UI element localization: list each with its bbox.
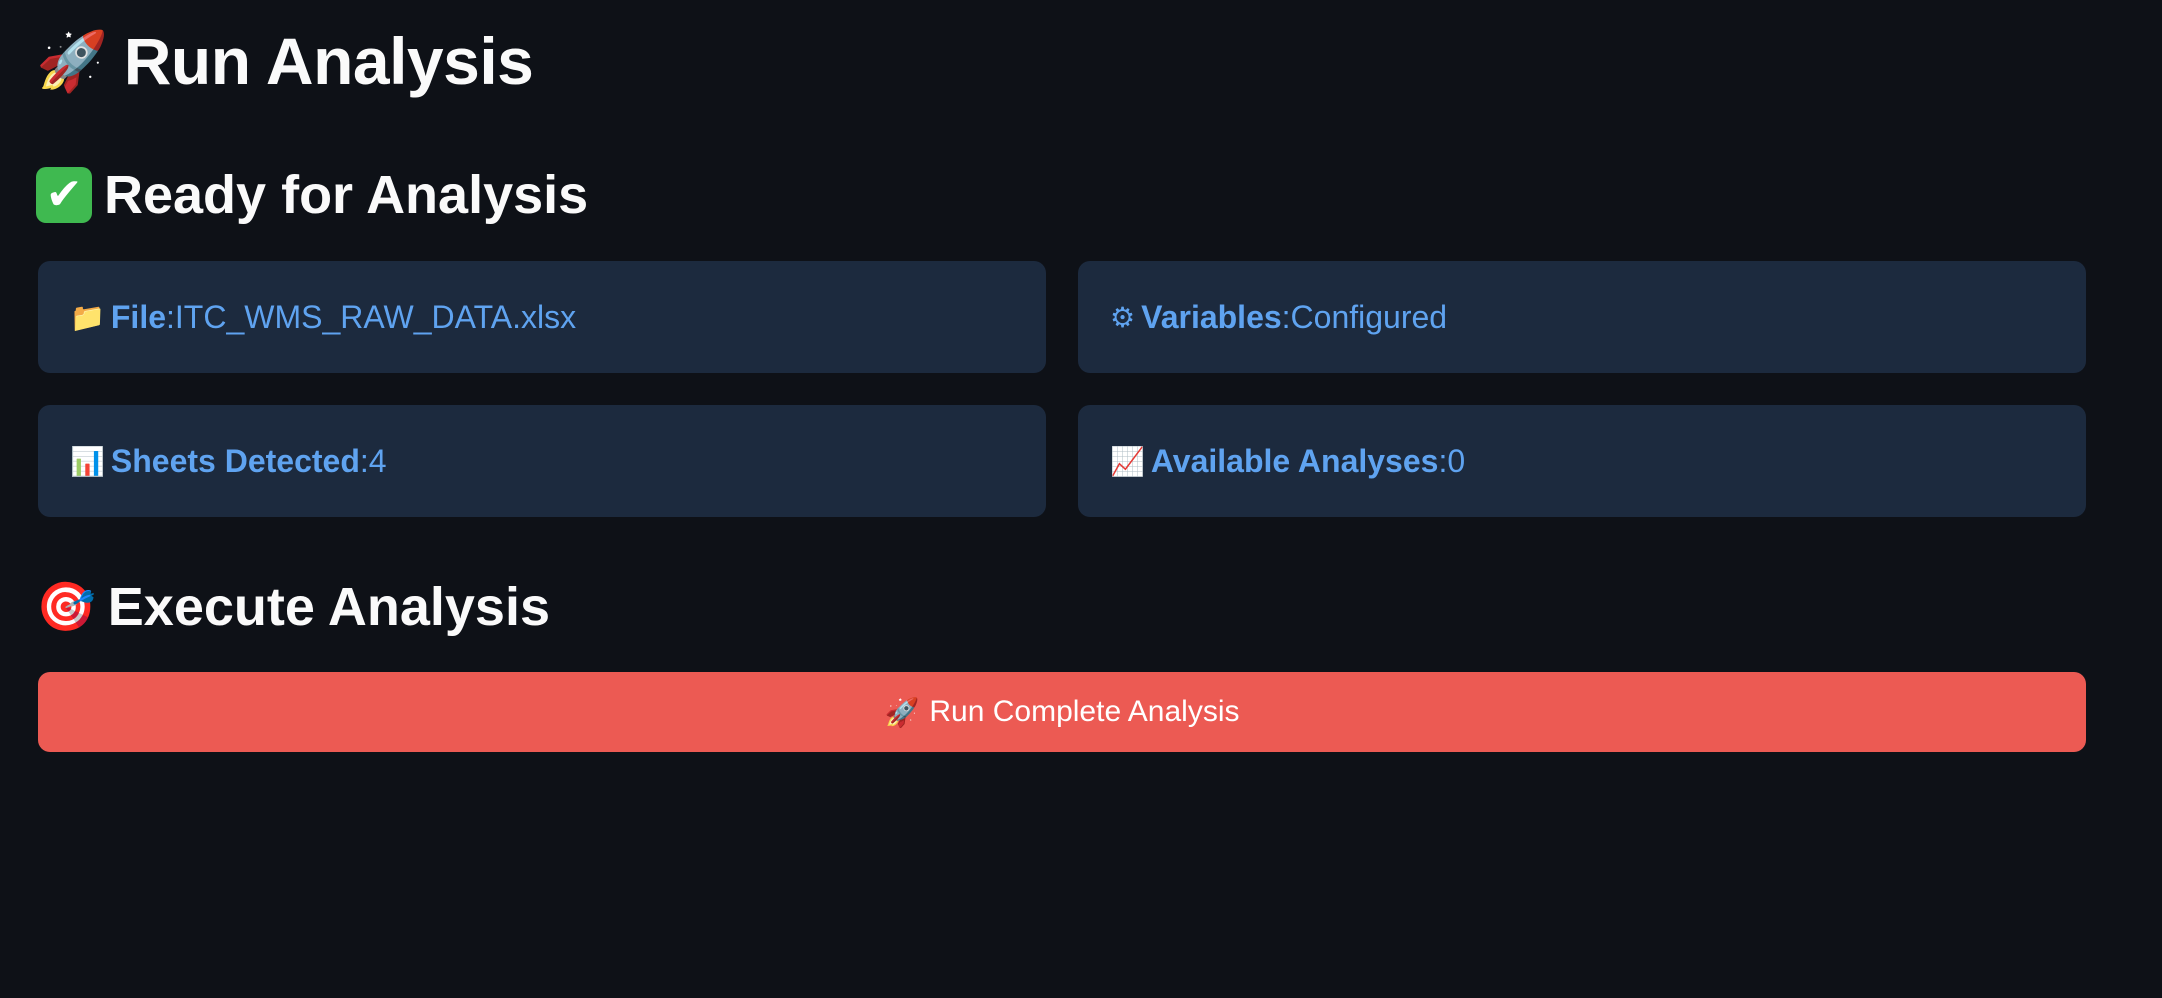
run-button-label: Run Complete Analysis bbox=[929, 695, 1240, 728]
check-mark-icon: ✔ bbox=[36, 167, 92, 223]
bar-chart-icon: 📊 bbox=[70, 444, 105, 478]
file-separator: : bbox=[166, 298, 175, 335]
run-complete-analysis-button[interactable]: 🚀 Run Complete Analysis bbox=[38, 672, 2086, 752]
ready-section-title: ✔ Ready for Analysis bbox=[36, 162, 588, 228]
variables-value: Configured bbox=[1290, 298, 1448, 335]
analyses-value: 0 bbox=[1447, 442, 1466, 479]
sheets-info-card: 📊 Sheets Detected: 4 bbox=[38, 405, 1046, 517]
file-info-card: 📁 File: ITC_WMS_RAW_DATA.xlsx bbox=[38, 261, 1046, 373]
folder-icon: 📁 bbox=[70, 300, 105, 334]
variables-info-card: ⚙ Variables: Configured bbox=[1078, 261, 2086, 373]
app-root: 🚀 Run Analysis ✔ Ready for Analysis 📁 Fi… bbox=[0, 0, 2162, 998]
analyses-separator: : bbox=[1438, 442, 1448, 479]
execute-section-title-text: Execute Analysis bbox=[107, 577, 550, 637]
sheets-separator: : bbox=[359, 442, 369, 479]
rocket-icon: 🚀 bbox=[884, 695, 920, 729]
file-label: File bbox=[110, 298, 166, 335]
gear-icon: ⚙ bbox=[1110, 300, 1136, 334]
trending-up-icon: 📈 bbox=[1110, 444, 1145, 478]
sheets-value: 4 bbox=[368, 442, 387, 479]
sheets-label: Sheets Detected bbox=[110, 442, 360, 479]
analyses-label: Available Analyses bbox=[1150, 442, 1439, 479]
analyses-info-card: 📈 Available Analyses: 0 bbox=[1078, 405, 2086, 517]
target-icon: 🎯 bbox=[36, 579, 96, 635]
ready-section-title-text: Ready for Analysis bbox=[104, 165, 589, 225]
rocket-icon: 🚀 bbox=[36, 27, 108, 95]
variables-separator: : bbox=[1281, 298, 1291, 335]
page-title: 🚀 Run Analysis bbox=[36, 22, 534, 100]
execute-section-title: 🎯 Execute Analysis bbox=[36, 574, 550, 640]
file-value: ITC_WMS_RAW_DATA.xlsx bbox=[174, 298, 577, 335]
variables-label: Variables bbox=[1141, 298, 1282, 335]
page-title-text: Run Analysis bbox=[123, 24, 534, 98]
